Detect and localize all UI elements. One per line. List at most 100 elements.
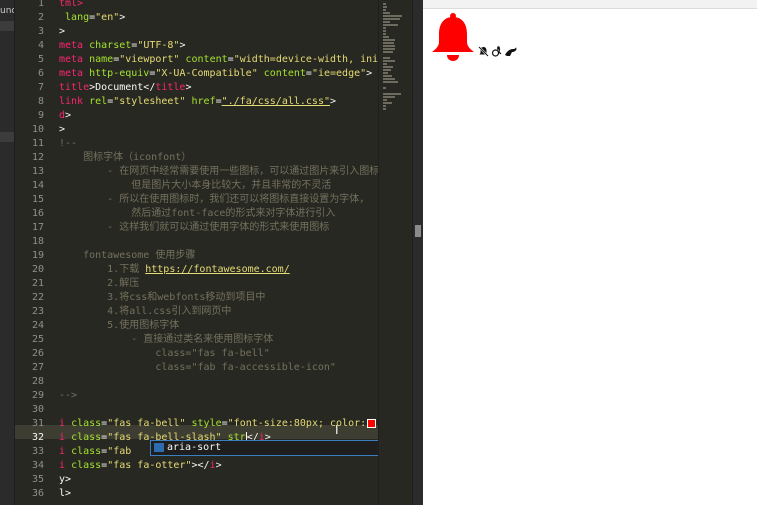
code-line[interactable]: d>: [59, 109, 71, 123]
line-number: 20: [31, 264, 44, 275]
code-token: - 直接通过类名来使用图标字体: [59, 334, 274, 345]
code-line[interactable]: 然后通过font-face的形式来对字体进行引入: [59, 207, 335, 221]
code-token: meta: [59, 68, 84, 79]
code-line[interactable]: l>: [59, 487, 71, 501]
line-number: 22: [31, 292, 44, 303]
code-token: >Document</: [89, 82, 156, 93]
code-token: meta: [59, 40, 84, 51]
side-panel-tab[interactable]: [0, 21, 14, 31]
code-line[interactable]: meta name="viewport" content="width=devi…: [59, 53, 378, 67]
code-token: "viewport": [119, 54, 180, 65]
minimap-line: [383, 63, 387, 65]
minimap-line: [383, 6, 387, 8]
code-token: "stylesheet": [113, 96, 186, 107]
code-line[interactable]: !--: [59, 137, 77, 151]
code-token: y>: [59, 474, 72, 485]
minimap-line: [383, 45, 395, 47]
side-panel-tab[interactable]: [0, 132, 14, 142]
code-line[interactable]: - 直接通过类名来使用图标字体: [59, 333, 273, 347]
code-token: name: [89, 54, 114, 65]
code-line[interactable]: 5.使用图标字体: [59, 319, 179, 333]
code-line[interactable]: lang="en">: [59, 11, 125, 25]
line-number: 30: [31, 404, 44, 415]
code-line[interactable]: - 这样我们就可以通过使用字体的形式来使用图标: [59, 221, 329, 235]
line-number: 28: [31, 376, 44, 387]
code-token: meta: [59, 54, 84, 65]
code-token: "X-UA-Compatible": [155, 68, 258, 79]
minimap-line: [383, 3, 386, 5]
code-token: rel: [89, 96, 108, 107]
code-line[interactable]: 但是图片大小本身比较大，并且非常的不灵活: [59, 179, 331, 193]
side-panel: und: [0, 0, 15, 505]
minimap[interactable]: [378, 0, 413, 505]
minimap-line: [383, 24, 398, 26]
line-number: 19: [31, 250, 44, 261]
line-number: 29: [31, 390, 44, 401]
line-number: 5: [37, 54, 44, 65]
side-panel-label: und: [0, 6, 14, 16]
code-line[interactable]: - 所以在使用图标时，我们还可以将图标直接设置为字体，: [59, 193, 369, 207]
minimap-line: [383, 69, 391, 71]
minimap-line: [383, 30, 386, 32]
code-line[interactable]: i class="fas fa-otter"></i>: [59, 459, 222, 473]
code-area[interactable]: tml> lang="en"> > meta charset="UTF-8"> met…: [59, 0, 378, 505]
code-token: "width=device-width, initial: [233, 54, 378, 65]
code-line[interactable]: meta http-equiv="X-UA-Compatible" conten…: [59, 67, 372, 81]
line-number: 24: [31, 320, 44, 331]
code-token: class: [71, 446, 102, 457]
minimap-line: [383, 75, 392, 77]
small-icon-row: [478, 46, 517, 57]
code-line[interactable]: i class="fas fa-bell" style="font-size:8…: [59, 417, 378, 431]
code-line[interactable]: 图标字体（iconfont）: [59, 151, 191, 165]
code-token: 4.将all.css引入到网页中: [59, 306, 232, 317]
code-line[interactable]: 2.解压: [59, 277, 139, 291]
code-line[interactable]: title>Document</title>: [59, 81, 191, 95]
line-number: 1: [37, 0, 44, 9]
code-token: >: [65, 110, 72, 121]
code-line[interactable]: 4.将all.css引入到网页中: [59, 305, 231, 319]
code-token: - 所以在使用图标时，我们还可以将图标直接设置为字体，: [59, 194, 370, 205]
code-token: >: [185, 82, 192, 93]
mouse-ibeam-cursor: I: [335, 423, 339, 437]
code-token: style: [191, 418, 222, 429]
code-line[interactable]: class="fas fa-bell": [59, 347, 269, 361]
code-token: >: [59, 124, 66, 135]
code-token: 但是图片大小本身比较大，并且非常的不灵活: [59, 180, 332, 191]
code-token: !--: [59, 138, 78, 149]
line-number: 13: [31, 166, 44, 177]
code-token: >: [366, 68, 373, 79]
minimap-line: [383, 12, 390, 14]
code-line[interactable]: y>: [59, 473, 71, 487]
bell-slash-icon: [478, 46, 489, 57]
code-line[interactable]: - 在网页中经常需要使用一些图标，可以通过图片来引入图标: [59, 165, 378, 179]
color-swatch[interactable]: [367, 418, 377, 428]
code-line[interactable]: meta charset="UTF-8">: [59, 39, 186, 53]
code-editor[interactable]: 1 2 3 4 5 6 7 8 9 10 11 12 13 14 15 16 17 18 19 20 21 22 23 24 2…: [15, 0, 422, 505]
code-token: tml>: [59, 0, 84, 9]
code-line[interactable]: 3.将css和webfonts移动到项目中: [59, 291, 265, 305]
line-number: 14: [31, 180, 44, 191]
autocomplete-suggestion[interactable]: aria-sort: [167, 441, 221, 455]
line-number: 36: [31, 488, 44, 499]
code-line[interactable]: link rel="stylesheet" href="./fa/css/all…: [59, 95, 336, 109]
code-token: class="fab fa-accessible-icon": [59, 362, 336, 373]
line-number: 15: [31, 194, 44, 205]
code-line[interactable]: i class="fab: [59, 445, 137, 459]
code-line[interactable]: class="fab fa-accessible-icon": [59, 361, 336, 375]
minimap-line: [383, 36, 389, 38]
line-number: 10: [31, 124, 44, 135]
minimap-line: [383, 108, 386, 110]
code-line[interactable]: fontawesome 使用步骤: [59, 249, 195, 263]
scrollbar-thumb[interactable]: [415, 225, 421, 237]
code-line[interactable]: tml>: [59, 0, 83, 11]
code-token: title: [155, 82, 186, 93]
code-line[interactable]: >: [59, 25, 65, 39]
code-line[interactable]: -->: [59, 389, 77, 403]
minimap-line: [383, 18, 400, 20]
line-number: 34: [31, 460, 44, 471]
code-token: -->: [59, 390, 78, 401]
line-number: 11: [31, 138, 44, 149]
attribute-icon: [154, 443, 164, 452]
code-line[interactable]: >: [59, 123, 65, 137]
code-line[interactable]: 1.下载 https://fontawesome.com/: [59, 263, 290, 277]
